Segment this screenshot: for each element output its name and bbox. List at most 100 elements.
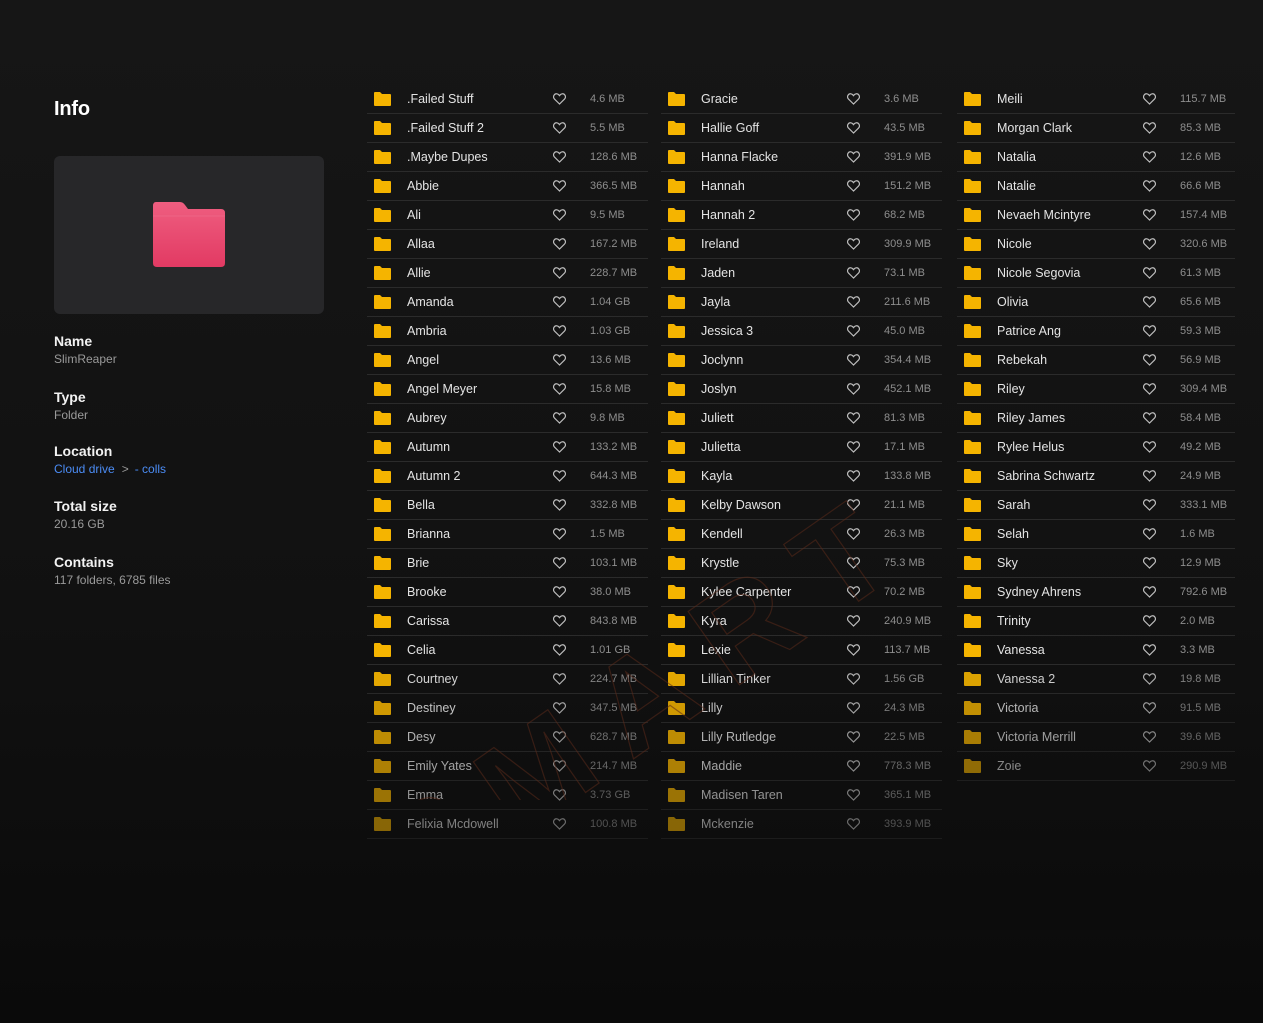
heart-icon[interactable] — [1143, 441, 1156, 453]
heart-icon[interactable] — [553, 267, 566, 279]
folder-row-lillian-tinker[interactable]: Lillian Tinker 1.56 GB — [661, 665, 942, 694]
heart-icon[interactable] — [847, 789, 860, 801]
folder-row-krystle[interactable]: Krystle 75.3 MB — [661, 549, 942, 578]
heart-icon[interactable] — [1143, 760, 1156, 772]
folder-row-gracie[interactable]: Gracie 3.6 MB — [661, 85, 942, 114]
heart-icon[interactable] — [553, 673, 566, 685]
heart-icon[interactable] — [1143, 151, 1156, 163]
heart-icon[interactable] — [1143, 499, 1156, 511]
heart-icon[interactable] — [1143, 383, 1156, 395]
heart-icon[interactable] — [847, 644, 860, 656]
folder-row-felixia-mcdowell[interactable]: Felixia Mcdowell 100.8 MB — [367, 810, 648, 839]
heart-icon[interactable] — [553, 383, 566, 395]
folder-row-nicole[interactable]: Nicole 320.6 MB — [957, 230, 1235, 259]
folder-row-vanessa-2[interactable]: Vanessa 2 19.8 MB — [957, 665, 1235, 694]
heart-icon[interactable] — [847, 702, 860, 714]
heart-icon[interactable] — [847, 354, 860, 366]
heart-icon[interactable] — [1143, 702, 1156, 714]
heart-icon[interactable] — [1143, 673, 1156, 685]
heart-icon[interactable] — [553, 441, 566, 453]
folder-row-failed-stuff-2[interactable]: .Failed Stuff 2 5.5 MB — [367, 114, 648, 143]
folder-row-allaa[interactable]: Allaa 167.2 MB — [367, 230, 648, 259]
heart-icon[interactable] — [553, 760, 566, 772]
heart-icon[interactable] — [553, 325, 566, 337]
folder-row-maybe-dupes[interactable]: .Maybe Dupes 128.6 MB — [367, 143, 648, 172]
heart-icon[interactable] — [1143, 528, 1156, 540]
heart-icon[interactable] — [1143, 354, 1156, 366]
heart-icon[interactable] — [553, 238, 566, 250]
heart-icon[interactable] — [1143, 615, 1156, 627]
folder-row-lexie[interactable]: Lexie 113.7 MB — [661, 636, 942, 665]
folder-row-mckenzie[interactable]: Mckenzie 393.9 MB — [661, 810, 942, 839]
heart-icon[interactable] — [847, 470, 860, 482]
folder-row-kendell[interactable]: Kendell 26.3 MB — [661, 520, 942, 549]
heart-icon[interactable] — [553, 412, 566, 424]
folder-row-selah[interactable]: Selah 1.6 MB — [957, 520, 1235, 549]
folder-row-courtney[interactable]: Courtney 224.7 MB — [367, 665, 648, 694]
heart-icon[interactable] — [847, 673, 860, 685]
heart-icon[interactable] — [1143, 557, 1156, 569]
folder-row-angel[interactable]: Angel 13.6 MB — [367, 346, 648, 375]
folder-row-vanessa[interactable]: Vanessa 3.3 MB — [957, 636, 1235, 665]
heart-icon[interactable] — [553, 557, 566, 569]
folder-row-joclynn[interactable]: Joclynn 354.4 MB — [661, 346, 942, 375]
heart-icon[interactable] — [847, 528, 860, 540]
folder-row-nevaeh-mcintyre[interactable]: Nevaeh Mcintyre 157.4 MB — [957, 201, 1235, 230]
folder-row-allie[interactable]: Allie 228.7 MB — [367, 259, 648, 288]
folder-row-natalia[interactable]: Natalia 12.6 MB — [957, 143, 1235, 172]
folder-row-angel-meyer[interactable]: Angel Meyer 15.8 MB — [367, 375, 648, 404]
heart-icon[interactable] — [1143, 412, 1156, 424]
heart-icon[interactable] — [553, 180, 566, 192]
heart-icon[interactable] — [553, 209, 566, 221]
folder-row-brianna[interactable]: Brianna 1.5 MB — [367, 520, 648, 549]
heart-icon[interactable] — [847, 499, 860, 511]
folder-row-morgan-clark[interactable]: Morgan Clark 85.3 MB — [957, 114, 1235, 143]
folder-row-natalie[interactable]: Natalie 66.6 MB — [957, 172, 1235, 201]
folder-row-carissa[interactable]: Carissa 843.8 MB — [367, 607, 648, 636]
heart-icon[interactable] — [847, 383, 860, 395]
heart-icon[interactable] — [1143, 586, 1156, 598]
location-link-colls[interactable]: - colls — [135, 462, 166, 476]
folder-row-ali[interactable]: Ali 9.5 MB — [367, 201, 648, 230]
folder-row-hannah[interactable]: Hannah 151.2 MB — [661, 172, 942, 201]
heart-icon[interactable] — [847, 325, 860, 337]
heart-icon[interactable] — [1143, 470, 1156, 482]
heart-icon[interactable] — [553, 122, 566, 134]
folder-row-riley-james[interactable]: Riley James 58.4 MB — [957, 404, 1235, 433]
folder-row-emily-yates[interactable]: Emily Yates 214.7 MB — [367, 752, 648, 781]
heart-icon[interactable] — [553, 296, 566, 308]
folder-row-julietta[interactable]: Julietta 17.1 MB — [661, 433, 942, 462]
heart-icon[interactable] — [553, 354, 566, 366]
folder-row-sarah[interactable]: Sarah 333.1 MB — [957, 491, 1235, 520]
heart-icon[interactable] — [553, 93, 566, 105]
folder-row-juliett[interactable]: Juliett 81.3 MB — [661, 404, 942, 433]
heart-icon[interactable] — [847, 731, 860, 743]
heart-icon[interactable] — [1143, 296, 1156, 308]
folder-row-ambria[interactable]: Ambria 1.03 GB — [367, 317, 648, 346]
folder-row-jaden[interactable]: Jaden 73.1 MB — [661, 259, 942, 288]
heart-icon[interactable] — [1143, 122, 1156, 134]
folder-row-zoie[interactable]: Zoie 290.9 MB — [957, 752, 1235, 781]
folder-row-autumn-2[interactable]: Autumn 2 644.3 MB — [367, 462, 648, 491]
folder-row-patrice-ang[interactable]: Patrice Ang 59.3 MB — [957, 317, 1235, 346]
folder-row-kyra[interactable]: Kyra 240.9 MB — [661, 607, 942, 636]
heart-icon[interactable] — [847, 267, 860, 279]
heart-icon[interactable] — [1143, 180, 1156, 192]
heart-icon[interactable] — [553, 615, 566, 627]
folder-row-rylee-helus[interactable]: Rylee Helus 49.2 MB — [957, 433, 1235, 462]
folder-row-madisen-taren[interactable]: Madisen Taren 365.1 MB — [661, 781, 942, 810]
folder-row-kylee-carpenter[interactable]: Kylee Carpenter 70.2 MB — [661, 578, 942, 607]
heart-icon[interactable] — [553, 528, 566, 540]
heart-icon[interactable] — [847, 122, 860, 134]
heart-icon[interactable] — [1143, 267, 1156, 279]
folder-row-trinity[interactable]: Trinity 2.0 MB — [957, 607, 1235, 636]
heart-icon[interactable] — [553, 470, 566, 482]
heart-icon[interactable] — [553, 731, 566, 743]
folder-row-victoria[interactable]: Victoria 91.5 MB — [957, 694, 1235, 723]
folder-row-victoria-merrill[interactable]: Victoria Merrill 39.6 MB — [957, 723, 1235, 752]
folder-row-nicole-segovia[interactable]: Nicole Segovia 61.3 MB — [957, 259, 1235, 288]
folder-row-rebekah[interactable]: Rebekah 56.9 MB — [957, 346, 1235, 375]
heart-icon[interactable] — [847, 296, 860, 308]
folder-row-autumn[interactable]: Autumn 133.2 MB — [367, 433, 648, 462]
heart-icon[interactable] — [553, 151, 566, 163]
